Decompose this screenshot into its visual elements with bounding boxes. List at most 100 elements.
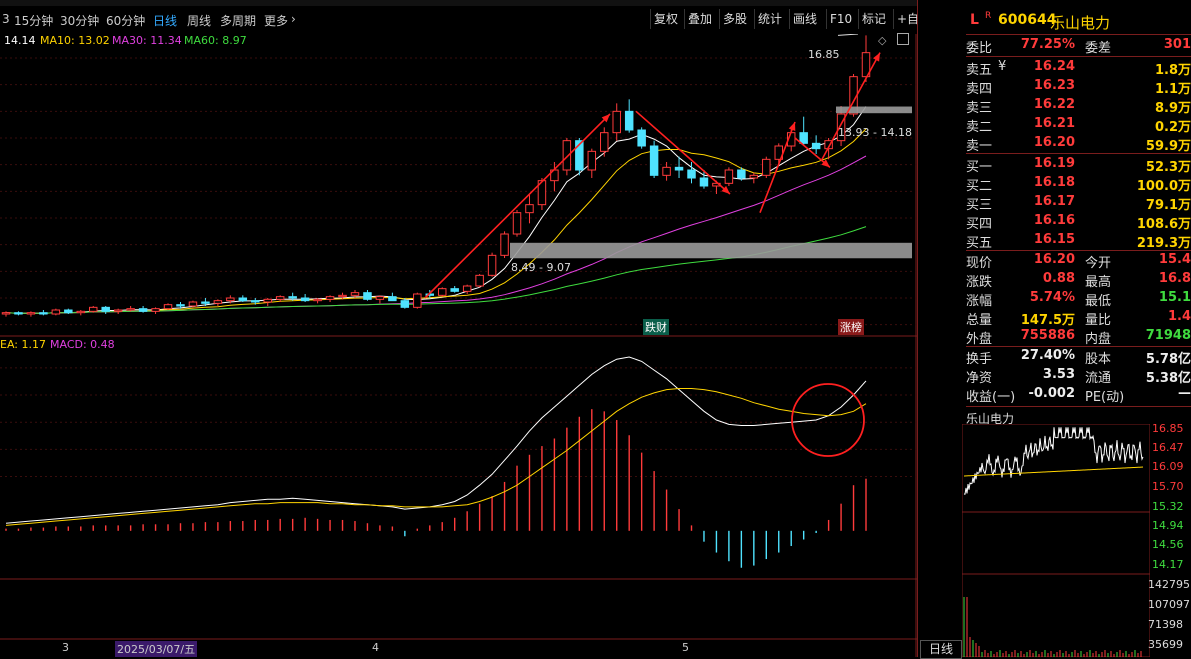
- quote-row: 外盘 755886 内盘 71948: [966, 328, 1191, 347]
- candle-body: [163, 304, 173, 310]
- candle-body: [263, 298, 272, 303]
- sell-level-label: 卖一: [966, 139, 993, 154]
- candle-body: [300, 297, 310, 302]
- buy-price: 16.19: [1033, 156, 1075, 171]
- stat-value-2: —: [1178, 386, 1191, 401]
- divider: [966, 56, 1191, 57]
- candle-body: [201, 301, 210, 304]
- minichart-volume-tick: 142795: [1148, 578, 1190, 591]
- sell-level-label: 卖二: [966, 120, 993, 135]
- kline-chart-area[interactable]: 14.14 MA10: 13.02 MA30: 11.34 MA60: 8.97…: [0, 33, 962, 657]
- candle-body: [437, 288, 447, 296]
- candle-body: [226, 297, 235, 302]
- panel-toggle-icon[interactable]: [897, 33, 909, 45]
- period-tab-30m[interactable]: 30分钟: [60, 12, 99, 29]
- period-tab-multi[interactable]: 多周期: [220, 12, 256, 29]
- candle-body: [799, 132, 808, 144]
- trend-arrow-head: [788, 122, 796, 131]
- candle-body: [238, 297, 248, 302]
- candle-body: [587, 150, 597, 171]
- buy-price: 16.17: [1033, 194, 1075, 209]
- buy-price: 16.15: [1033, 232, 1075, 247]
- toolbar-stats-button[interactable]: 统计: [754, 9, 785, 29]
- candle-body: [649, 145, 659, 176]
- stat-label-2: 流通: [1085, 371, 1112, 386]
- candle-body: [413, 293, 422, 308]
- dea-line: [5, 388, 867, 526]
- bottom-daily-tab[interactable]: 日线: [920, 640, 962, 659]
- toolbar-f10-button[interactable]: F10: [826, 9, 855, 29]
- toolbar-draw-button[interactable]: 画线: [789, 9, 820, 29]
- period-tab-15m[interactable]: 15分钟: [14, 12, 53, 29]
- candle-body: [637, 129, 646, 147]
- buy-volume: 100.0万: [1136, 179, 1191, 194]
- diamond-icon[interactable]: ◇: [878, 34, 886, 47]
- weicha-value: 301: [1163, 37, 1191, 52]
- sell-row: 卖四 16.23 1.1万: [966, 78, 1191, 97]
- sell-row: 卖五 ¥16.24 1.8万: [966, 59, 1191, 78]
- stat-label: 净资: [966, 371, 993, 386]
- candle-body: [375, 296, 385, 300]
- candle-body: [687, 169, 696, 179]
- buy-volume: 52.3万: [1145, 160, 1191, 175]
- buy-level-label: 买二: [966, 179, 993, 194]
- ma30-value: MA30: 11.34: [112, 34, 182, 47]
- candle-body: [612, 110, 621, 134]
- minichart-price-tick: 16.09: [1152, 460, 1184, 473]
- candle-body: [338, 294, 347, 298]
- sell-volume: 59.9万: [1145, 139, 1191, 154]
- buy-volume: 79.1万: [1145, 198, 1191, 213]
- chevron-right-icon[interactable]: ›: [291, 12, 296, 26]
- candle-body: [674, 166, 684, 171]
- minichart-volume-tick: 107097: [1148, 598, 1190, 611]
- period-tab-daily[interactable]: 日线: [153, 12, 177, 29]
- stat-value-2: 5.38亿: [1145, 371, 1191, 386]
- stock-name[interactable]: 乐山电力: [1050, 12, 1110, 33]
- ma60-value: MA60: 8.97: [184, 34, 247, 47]
- buy-row: 买五 16.15 219.3万: [966, 232, 1191, 251]
- period-tab-3[interactable]: 3: [2, 12, 10, 26]
- quote-label-2: 今开: [1085, 256, 1112, 271]
- quote-row: 涨跌 0.88 最高 16.8: [966, 271, 1191, 290]
- candle-body: [737, 169, 746, 179]
- toolbar-overlay-button[interactable]: 叠加: [684, 9, 715, 29]
- candle-body: [188, 301, 198, 307]
- highlight-circle: [791, 383, 865, 457]
- buy-price: 16.18: [1033, 175, 1075, 190]
- sell-volume: 1.8万: [1154, 63, 1191, 78]
- candle-body: [350, 292, 360, 296]
- minichart-price-tick: 16.47: [1152, 441, 1184, 454]
- toolbar-mark-button[interactable]: 标记: [858, 9, 889, 29]
- quote-label: 总量: [966, 313, 993, 328]
- ma5-value: 14.14: [4, 34, 36, 47]
- divider: [966, 153, 1191, 154]
- sell-volume: 8.9万: [1154, 101, 1191, 116]
- kline-svg: [0, 34, 917, 657]
- candle-body: [313, 298, 322, 302]
- candle-body: [600, 132, 609, 152]
- period-tab-60m[interactable]: 60分钟: [106, 12, 145, 29]
- stat-value-2: 5.78亿: [1145, 352, 1191, 367]
- candle-body: [624, 110, 634, 131]
- minichart-price-tick: 14.56: [1152, 538, 1184, 551]
- event-badge-1[interactable]: 跌财: [643, 319, 669, 335]
- candle-body: [400, 300, 410, 308]
- ma10-line: [5, 128, 867, 314]
- toolbar-fuquan-button[interactable]: 复权: [650, 9, 681, 29]
- event-badge-2[interactable]: 涨榜: [838, 319, 864, 335]
- stock-code[interactable]: 600644: [998, 12, 1056, 28]
- quote-label-2: 最高: [1085, 275, 1112, 290]
- toolbar-multi-stock-button[interactable]: 多股: [719, 9, 750, 29]
- minichart-volume-tick: 35699: [1148, 638, 1183, 651]
- candle-body: [475, 274, 484, 287]
- period-tab-more[interactable]: 更多: [264, 12, 288, 29]
- sell-price: 16.24: [1033, 59, 1075, 74]
- intraday-minichart[interactable]: [962, 424, 1150, 657]
- candle-body: [500, 233, 509, 256]
- sell-price: 16.22: [1033, 97, 1075, 112]
- candle-body: [724, 169, 734, 184]
- period-tab-weekly[interactable]: 周线: [187, 12, 211, 29]
- minichart-frame: [962, 424, 1150, 657]
- quote-value: 755886: [1020, 328, 1075, 343]
- quote-label: 涨幅: [966, 294, 993, 309]
